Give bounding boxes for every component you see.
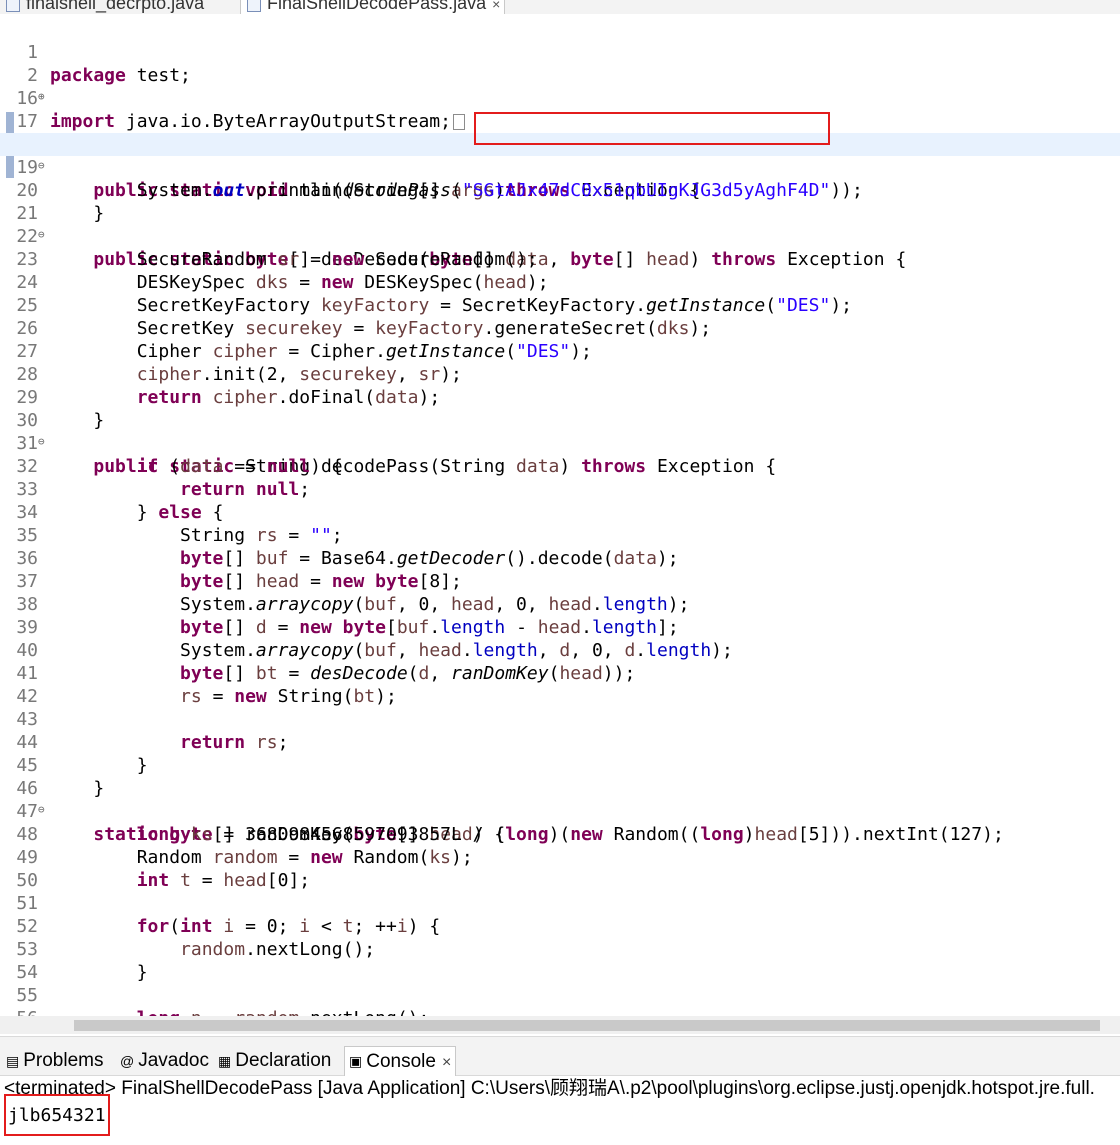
views-tab-bar: ▤ Problems @ Javadoc ▦ Declaration ▣ Console… xyxy=(0,1037,1120,1076)
code-line: 16 xyxy=(0,64,1120,109)
tab-finalshell-decrpto[interactable]: finalshell_decrpto.java xyxy=(6,0,204,14)
highlight-box-output xyxy=(4,1094,110,1136)
problems-icon: ▤ xyxy=(6,1053,20,1069)
code-line: 52 random.nextLong(); xyxy=(0,892,1120,960)
code-line: 27 cipher.init(2, securekey, sr); xyxy=(0,317,1120,385)
tab-label: Javadoc xyxy=(138,1050,209,1072)
code-line: 32 return null; xyxy=(0,432,1120,500)
tab-label: Problems xyxy=(23,1050,104,1072)
code-line: 50 xyxy=(0,846,1120,891)
code-line: 33 } else { xyxy=(0,455,1120,523)
code-line: 25 SecretKey securekey = keyFactory.gene… xyxy=(0,271,1120,339)
declaration-icon: ▦ xyxy=(218,1053,232,1069)
code-line: 17 public class FinalShellDecodePass { xyxy=(0,87,1120,155)
code-line: 45 } xyxy=(0,731,1120,799)
at-icon: @ xyxy=(120,1053,135,1069)
close-icon[interactable]: × xyxy=(442,1054,451,1071)
code-line: 37 System.arraycopy(buf, 0, head, 0, hea… xyxy=(0,547,1120,615)
code-line: 39 System.arraycopy(buf, head.length, d,… xyxy=(0,593,1120,661)
highlight-box-password xyxy=(474,112,830,145)
code-line: 24 SecretKeyFactory keyFactory = SecretK… xyxy=(0,248,1120,316)
tab-label: Declaration xyxy=(235,1050,332,1072)
code-line: 22 SecureRandom sr = new SecureRandom(); xyxy=(0,202,1120,270)
code-line: 38 byte[] d = new byte[buf.length - head… xyxy=(0,570,1120,638)
code-line: 54 xyxy=(0,938,1120,983)
code-line: 23 DESKeySpec dks = new DESKeySpec(head)… xyxy=(0,225,1120,293)
code-line: 30 ⊖ public static String decodePass(Str… xyxy=(0,386,1120,477)
tab-javadoc[interactable]: @ Javadoc xyxy=(120,1049,209,1073)
code-line: 47 long ks = 3680984568597093857L / (lon… xyxy=(0,777,1120,845)
code-line: 49 int t = head[0]; xyxy=(0,823,1120,891)
code-line: 29 } xyxy=(0,363,1120,431)
java-file-icon xyxy=(247,0,261,13)
code-line: 31 if (data == null) { xyxy=(0,409,1120,477)
code-line: 28 return cipher.doFinal(data); xyxy=(0,340,1120,408)
tab-label: FinalShellDecodePass.java xyxy=(267,0,487,13)
code-line: 21 ⊖ public static byte[] desDecode(byte… xyxy=(0,179,1120,270)
tab-console[interactable]: ▣ Console × xyxy=(344,1046,457,1076)
tab-problems[interactable]: ▤ Problems xyxy=(6,1049,103,1073)
code-line: 51 for(int i = 0; i < t; ++i) { xyxy=(0,869,1120,937)
code-line: 35 byte[] buf = Base64.getDecoder().deco… xyxy=(0,501,1120,569)
code-line: 20 } xyxy=(0,156,1120,224)
console-icon: ▣ xyxy=(349,1053,363,1070)
code-line: 44 } xyxy=(0,708,1120,776)
code-line: 53 } xyxy=(0,915,1120,983)
console-status-line: <terminated> FinalShellDecodePass [Java … xyxy=(4,1078,1095,1099)
code-line: 43 return rs; xyxy=(0,685,1120,753)
java-file-icon xyxy=(6,0,20,13)
close-icon[interactable]: × xyxy=(492,0,500,12)
horizontal-scrollbar-thumb[interactable] xyxy=(74,1020,1100,1031)
tab-declaration[interactable]: ▦ Declaration xyxy=(218,1049,331,1073)
code-line: 36 byte[] head = new byte[8]; xyxy=(0,524,1120,592)
code-line: 48 Random random = new Random(ks); xyxy=(0,800,1120,868)
code-line: 42 xyxy=(0,662,1120,707)
code-line: 2 ⊕ import java.io.ByteArrayOutputStream… xyxy=(0,41,1120,132)
code-line: 56 Random r2 = new Random(n); xyxy=(0,984,1120,1018)
code-editor[interactable]: 1 package test; 2 ⊕ import java.io.ByteA… xyxy=(0,14,1120,1018)
bottom-views-panel: ▤ Problems @ Javadoc ▦ Declaration ▣ Console… xyxy=(0,1036,1120,1145)
code-line: 34 String rs = ""; xyxy=(0,478,1120,546)
tab-label: Console xyxy=(366,1051,436,1072)
tab-label: finalshell_decrpto.java xyxy=(26,0,205,13)
code-line: 26 Cipher cipher = Cipher.getInstance("D… xyxy=(0,294,1120,362)
code-line: 41 rs = new String(bt); xyxy=(0,639,1120,707)
code-line: 55 long n = random.nextLong(); xyxy=(0,961,1120,1018)
code-line: 40 byte[] bt = desDecode(d, ranDomKey(he… xyxy=(0,616,1120,684)
tab-finalshelldecodepass[interactable]: FinalShellDecodePass.java × xyxy=(240,0,506,14)
code-line: 1 package test; xyxy=(0,18,1120,86)
code-line: 46 ⊖ static byte[] ranDomKey(byte[] head… xyxy=(0,754,1120,845)
editor-tab-bar: finalshell_decrpto.java FinalShellDecode… xyxy=(0,0,1120,14)
